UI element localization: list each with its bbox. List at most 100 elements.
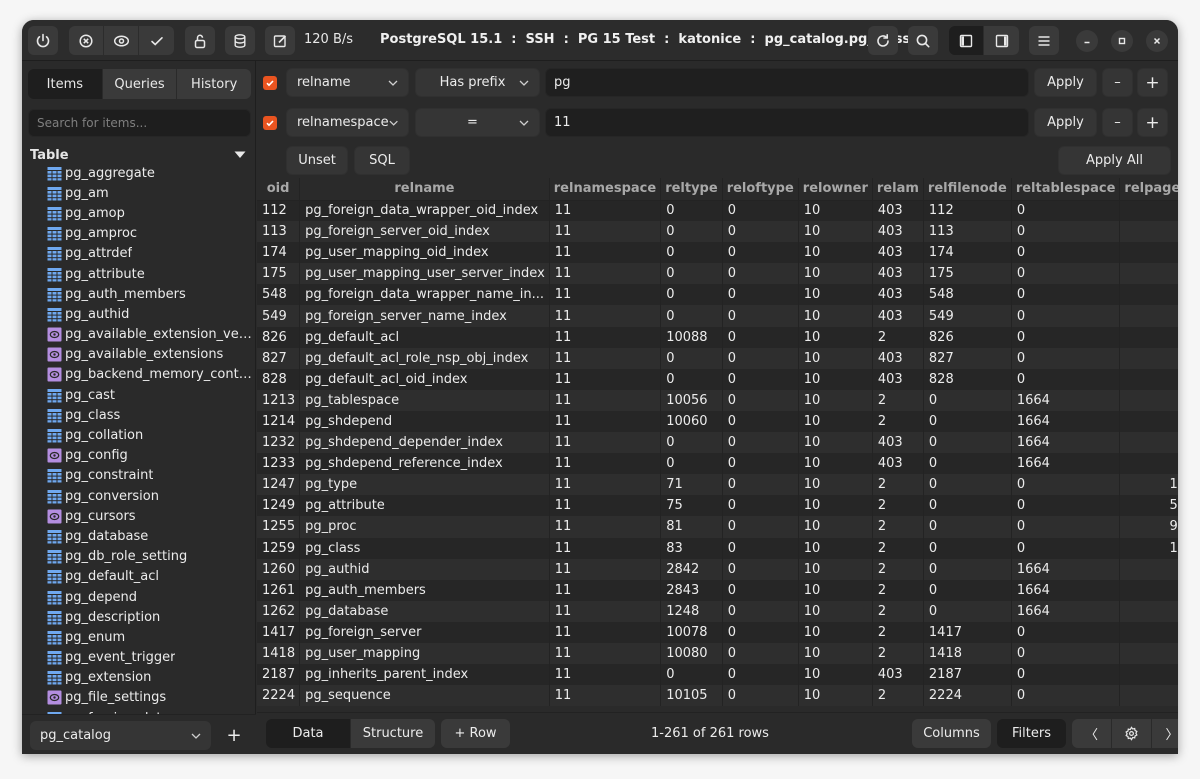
disconnect-button[interactable] [28,26,58,55]
cell-relname[interactable]: pg_shdepend_depender_index [299,432,550,454]
table-row[interactable]: 2224pg_sequence11101050102222400 [257,685,1178,707]
filter-operator-select[interactable]: = [415,108,540,137]
cell-reloftype[interactable]: 0 [722,389,799,411]
cell-relnamespace[interactable]: 11 [549,284,662,306]
unset-button[interactable]: Unset [286,146,348,175]
cell-relowner[interactable]: 10 [798,221,873,243]
cell-relnamespace[interactable]: 11 [549,200,662,222]
cell-oid[interactable]: 1417 [257,621,301,643]
cell-oid[interactable]: 1261 [257,579,301,601]
cell-relnamespace[interactable]: 11 [549,453,662,475]
cell-reltablespace[interactable]: 0 [1011,221,1121,243]
table-row[interactable]: 828 pg_default_acl_oid_index 11 0 0 10 403 828 0… [257,368,1178,390]
remove-filter-button[interactable]: – [1102,68,1133,97]
filter-column-select[interactable]: relname [286,68,409,97]
cell-relfilenode[interactable]: 175 [923,263,1012,285]
cell-relam[interactable]: 403 [872,200,924,222]
cell-relnamespace[interactable]: 11 [549,347,662,369]
cell-relfilenode[interactable]: 0 [923,516,1012,538]
cell-relowner[interactable]: 10 [798,305,873,327]
cell-reltype[interactable]: 81 [660,516,723,538]
cell-oid[interactable]: 827 [257,347,301,369]
cell-relfilenode[interactable]: 548 [923,284,1012,306]
cell-relfilenode[interactable]: 0 [923,495,1012,517]
cell-relam[interactable]: 2 [872,474,924,496]
filters-toggle-button[interactable]: Filters [997,719,1066,748]
cell-reltype[interactable]: 10080 [660,642,723,665]
cell-reltablespace[interactable]: 0 [1011,305,1121,327]
cell-oid[interactable]: 549 [257,305,301,327]
cell-reltype[interactable]: 83 [660,537,723,559]
table-row[interactable]: 1261pg_auth_members1128430102016641 [257,579,1178,601]
cell-relnamespace[interactable]: 11 [549,621,662,643]
sidebar-item-pg-available-extension-versi[interactable]: pg_available_extension_versi... [22,325,256,345]
cell-relnamespace[interactable]: 11 [549,242,662,264]
cell-relnamespace[interactable]: 11 [549,410,662,433]
apply-filter-button[interactable]: Apply [1034,108,1097,137]
column-header-relowner[interactable]: relowner [798,178,873,201]
cell-reltype[interactable]: 2843 [660,579,723,601]
sidebar-item-pg-constraint[interactable]: pg_constraint [22,466,256,486]
cell-reloftype[interactable]: 0 [722,537,799,559]
sidebar-item-pg-backend-memory-contexts[interactable]: pg_backend_memory_contexts [22,365,256,385]
cell-relowner[interactable]: 10 [798,600,873,622]
cell-relfilenode[interactable]: 0 [923,474,1012,496]
commit-changes-button[interactable] [139,26,174,55]
cell-relam[interactable]: 403 [872,305,924,327]
cell-relowner[interactable]: 10 [798,263,873,285]
sidebar-item-pg-am[interactable]: pg_am [22,183,256,203]
cell-reltablespace[interactable]: 0 [1011,516,1121,538]
table-row[interactable]: 1213pg_tablespace11100560102016641 [257,389,1178,411]
cell-reltype[interactable]: 1248 [660,600,723,622]
cell-relowner[interactable]: 10 [798,432,873,454]
cell-oid[interactable]: 2224 [257,685,301,707]
tab-queries[interactable]: Queries [102,69,178,99]
sidebar-item-pg-class[interactable]: pg_class [22,405,256,425]
cell-relnamespace[interactable]: 11 [549,642,662,665]
cell-relfilenode[interactable]: 0 [923,389,1012,411]
tab-history[interactable]: History [177,69,251,99]
cell-relfilenode[interactable]: 0 [923,579,1012,601]
filter-value-input[interactable] [554,115,1020,130]
cell-relname[interactable]: pg_type [299,474,550,496]
discard-changes-button[interactable] [69,26,104,55]
cell-oid[interactable]: 1233 [257,453,301,475]
cell-reltablespace[interactable]: 1664 [1011,558,1121,580]
preview-changes-button[interactable] [104,26,139,55]
cell-reltablespace[interactable]: 0 [1011,642,1121,665]
cell-relname[interactable]: pg_user_mapping_oid_index [299,242,550,264]
cell-reloftype[interactable]: 0 [722,242,799,264]
sidebar-item-pg-amproc[interactable]: pg_amproc [22,224,256,244]
cell-relname[interactable]: pg_shdepend [299,410,550,433]
table-row[interactable]: 1418pg_user_mapping11100800102141800 [257,642,1178,665]
cell-relname[interactable]: pg_foreign_data_wrapper_oid_index [299,200,550,222]
cell-relowner[interactable]: 10 [798,621,873,643]
cell-reltablespace[interactable]: 0 [1011,537,1121,559]
sidebar-item-pg-database[interactable]: pg_database [22,526,256,546]
sidebar-item-pg-enum[interactable]: pg_enum [22,627,256,647]
sidebar-item-pg-cursors[interactable]: pg_cursors [22,506,256,526]
cell-relam[interactable]: 2 [872,621,924,643]
sidebar-item-pg-auth-members[interactable]: pg_auth_members [22,284,256,304]
cell-relam[interactable]: 2 [872,326,924,348]
cell-reltype[interactable]: 0 [660,200,723,222]
cell-reltype[interactable]: 0 [660,453,723,475]
cell-relnamespace[interactable]: 11 [549,664,662,686]
cell-relowner[interactable]: 10 [798,242,873,264]
cell-reltype[interactable]: 10078 [660,621,723,643]
cell-relnamespace[interactable]: 11 [549,474,662,496]
cell-relfilenode[interactable]: 827 [923,347,1012,369]
cell-relnamespace[interactable]: 11 [549,221,662,243]
add-item-button[interactable]: + [222,721,246,750]
cell-oid[interactable]: 828 [257,368,301,390]
cell-reltype[interactable]: 0 [660,305,723,327]
sidebar-item-pg-collation[interactable]: pg_collation [22,425,256,445]
cell-relam[interactable]: 2 [872,558,924,580]
cell-relowner[interactable]: 10 [798,642,873,665]
cell-oid[interactable]: 826 [257,326,301,348]
cell-oid[interactable]: 174 [257,242,301,264]
column-header-relam[interactable]: relam [872,178,924,201]
table-row[interactable]: 1214pg_shdepend11100600102016640 [257,410,1178,433]
cell-reltablespace[interactable]: 0 [1011,685,1121,707]
cell-reltablespace[interactable]: 1664 [1011,453,1121,475]
